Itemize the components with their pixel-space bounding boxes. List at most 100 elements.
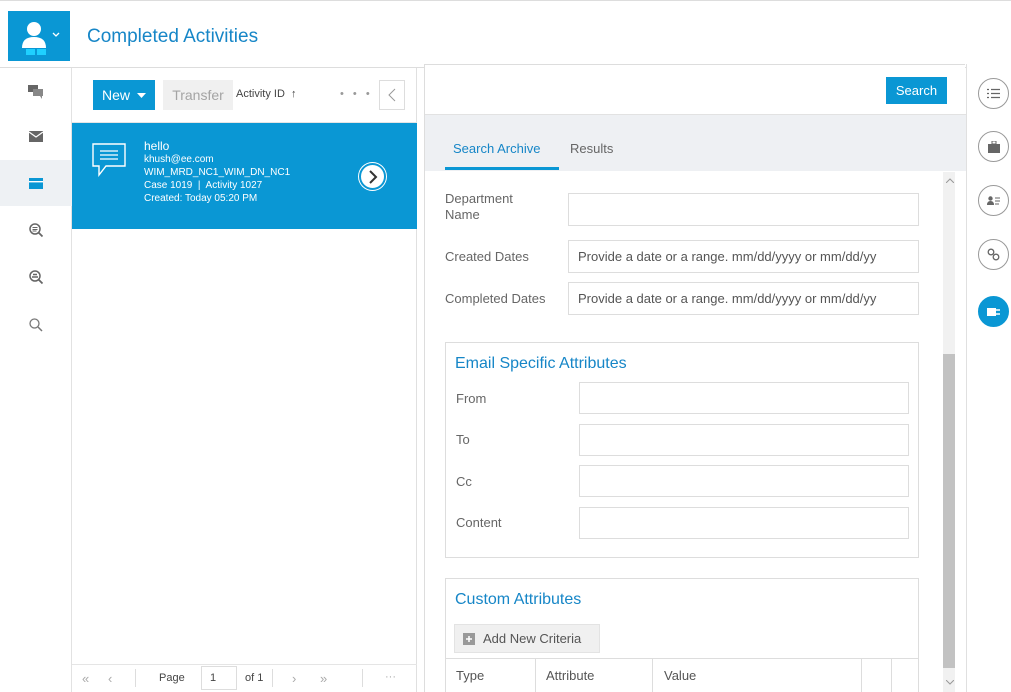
activity-queue: WIM_MRD_NC1_WIM_DN_NC1 [144, 167, 291, 178]
page-count: of 1 [245, 672, 264, 684]
briefcase-button[interactable] [978, 131, 1009, 162]
cc-input[interactable] [579, 465, 909, 497]
first-page-icon[interactable]: « [82, 671, 89, 686]
search-list-icon [29, 269, 43, 284]
next-page-icon[interactable]: › [292, 671, 296, 686]
nav-search-archive[interactable] [0, 254, 72, 300]
scroll-thumb[interactable] [943, 354, 955, 668]
chevron-right-icon [368, 169, 377, 184]
scroll-down-icon[interactable] [946, 680, 954, 685]
department-input[interactable] [568, 193, 919, 226]
nav-chat[interactable] [0, 69, 72, 115]
custom-section-title: Custom Attributes [455, 591, 582, 608]
activity-card[interactable]: hello khush@ee.com WIM_MRD_NC1_WIM_DN_NC… [72, 123, 417, 229]
page-title: Completed Activities [87, 26, 259, 47]
department-label: Department Name [445, 191, 513, 222]
details-list-button[interactable] [978, 78, 1009, 109]
pager-more-icon[interactable]: ··· [385, 671, 396, 683]
tab-bar: Search Archive Results [425, 115, 966, 171]
column-header[interactable]: Value [664, 668, 696, 683]
to-input[interactable] [579, 424, 909, 456]
active-tab-indicator [445, 167, 559, 170]
last-page-icon[interactable]: » [320, 671, 327, 686]
page-number-input[interactable]: 1 [201, 666, 237, 690]
search-button[interactable]: Search [886, 77, 947, 104]
tab-results[interactable]: Results [570, 141, 613, 156]
search-icon [29, 318, 43, 332]
column-divider [861, 659, 862, 692]
search-panel: Search Search Archive Results Department… [424, 64, 966, 692]
more-options-button[interactable]: • • • [340, 88, 373, 100]
collapse-panel-button[interactable] [379, 80, 405, 110]
tab-search-archive[interactable]: Search Archive [453, 141, 540, 156]
briefcase-icon [987, 140, 1000, 153]
nav-search-activities[interactable] [0, 207, 72, 253]
user-avatar-icon [22, 22, 60, 55]
nav-folder[interactable] [0, 160, 72, 206]
open-activity-button[interactable] [359, 163, 386, 190]
folder-icon [29, 177, 43, 189]
caret-down-icon [137, 92, 146, 98]
content-label: Content [456, 515, 502, 530]
left-nav-rail [0, 68, 72, 692]
new-button[interactable]: New [93, 80, 155, 110]
top-bar: Completed Activities [0, 0, 1011, 68]
from-label: From [456, 391, 487, 406]
activity-created: Created: Today 05:20 PM [144, 193, 258, 204]
chat-bubble-icon [92, 143, 126, 177]
prev-page-icon[interactable]: ‹ [108, 671, 112, 686]
link-button[interactable] [978, 239, 1009, 270]
column-header[interactable]: Attribute [546, 668, 594, 683]
plugin-icon [986, 307, 1000, 316]
column-divider [535, 659, 536, 692]
scroll-up-icon[interactable] [946, 178, 954, 183]
activity-case: Case 1019 | Activity 1027 [144, 180, 263, 191]
add-criteria-button[interactable]: Add New Criteria [454, 624, 600, 653]
criteria-table-header: Type Attribute Value [446, 658, 918, 692]
right-rail [966, 64, 1011, 692]
sort-label: Activity ID [236, 88, 285, 100]
pager-divider [272, 669, 273, 687]
completed-dates-input[interactable]: Provide a date or a range. mm/dd/yyyy or… [568, 282, 919, 315]
search-form: Department Name Created Dates Provide a … [425, 172, 955, 692]
cc-label: Cc [456, 474, 472, 489]
sort-arrow-icon[interactable]: ↑ [291, 88, 297, 100]
new-button-label: New [101, 87, 130, 103]
email-attributes-section: Email Specific Attributes From To Cc Con… [445, 342, 919, 558]
sort-selector[interactable]: Activity ID ↑ [236, 88, 297, 100]
transfer-button[interactable]: Transfer [163, 80, 233, 110]
created-dates-input[interactable]: Provide a date or a range. mm/dd/yyyy or… [568, 240, 919, 273]
activity-list-pane: New Transfer Activity ID ↑ • • • hello k… [72, 68, 417, 692]
custom-attributes-section: Custom Attributes Add New Criteria Type … [445, 578, 919, 692]
search-header: Search [425, 65, 966, 115]
created-dates-label: Created Dates [445, 249, 529, 264]
pager-divider [362, 669, 363, 687]
list-icon [987, 88, 1000, 99]
plus-icon [463, 632, 475, 645]
add-criteria-label: Add New Criteria [483, 631, 582, 646]
completed-dates-label: Completed Dates [445, 291, 546, 306]
page-label: Page [159, 672, 185, 684]
chevron-down-icon [52, 32, 60, 37]
email-section-title: Email Specific Attributes [455, 355, 627, 372]
plugin-button[interactable] [978, 296, 1009, 327]
link-icon [987, 248, 1000, 261]
email-icon [29, 130, 43, 142]
user-menu[interactable] [8, 11, 70, 61]
pager-divider [135, 669, 136, 687]
chat-icon [28, 85, 43, 99]
column-divider [652, 659, 653, 692]
form-scrollbar[interactable] [943, 172, 955, 692]
activity-email: khush@ee.com [144, 154, 214, 165]
nav-search[interactable] [0, 302, 72, 348]
search-list-icon [29, 222, 43, 237]
to-label: To [456, 432, 470, 447]
nav-email[interactable] [0, 113, 72, 159]
chevron-left-icon [388, 88, 396, 102]
activity-subject: hello [144, 139, 170, 153]
from-input[interactable] [579, 382, 909, 414]
pager: « ‹ Page 1 of 1 › » ··· [72, 664, 417, 692]
contact-button[interactable] [978, 185, 1009, 216]
content-input[interactable] [579, 507, 909, 539]
column-header[interactable]: Type [456, 668, 484, 683]
